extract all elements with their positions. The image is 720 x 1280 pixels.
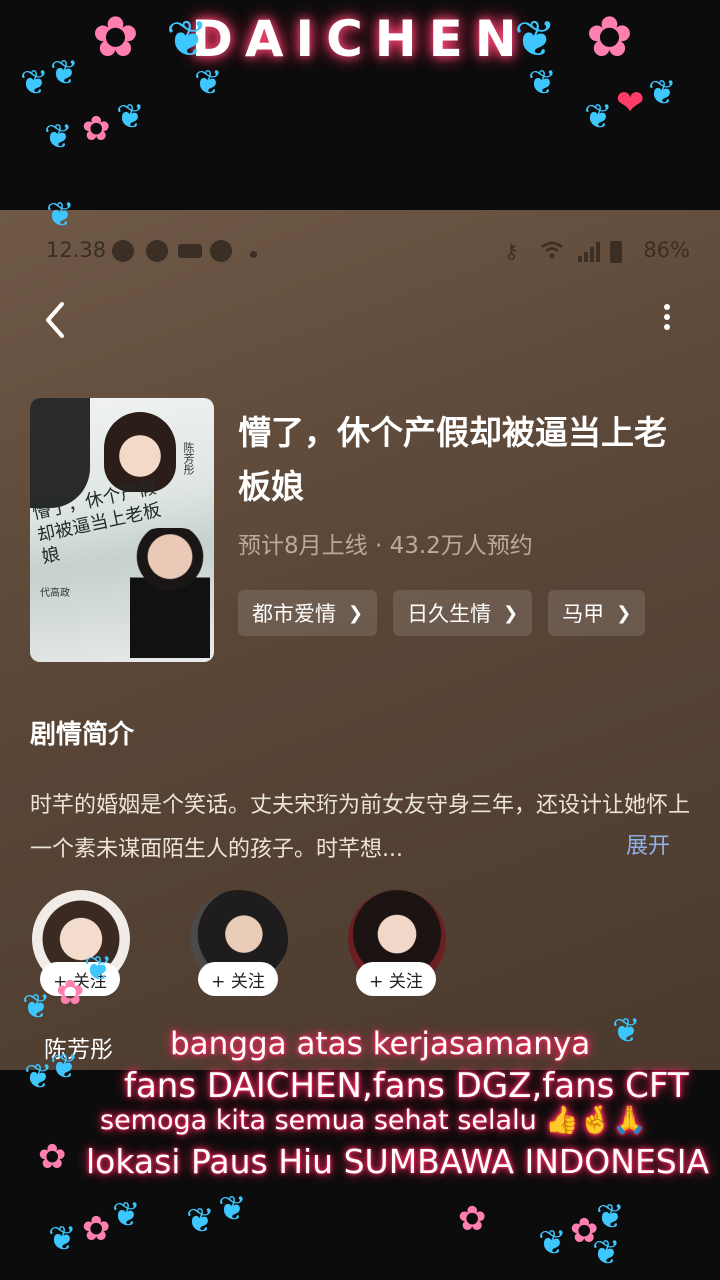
butterfly-sticker-icon: ❦ (24, 1057, 53, 1097)
tag-chip[interactable]: 日久生情 ❯ (393, 590, 533, 636)
butterfly-sticker-icon: ❦ (514, 10, 556, 68)
wifi-icon (541, 241, 563, 259)
chevron-right-icon: ❯ (503, 602, 519, 624)
overlay-caption: lokasi Paus Hiu SUMBAWA INDONESIA (86, 1142, 710, 1181)
butterfly-sticker-icon: ❦ (46, 195, 75, 235)
butterfly-sticker-icon: ❦ (50, 1047, 79, 1087)
tag-label: 马甲 (562, 602, 605, 626)
back-button[interactable] (36, 298, 76, 342)
butterfly-sticker-icon: ❦ (186, 1201, 215, 1241)
butterfly-sticker-icon: ❦ (538, 1223, 567, 1263)
chat-icon (112, 240, 134, 262)
play-icon (146, 240, 168, 262)
notification-icon (210, 240, 232, 262)
flower-sticker-icon: ✿ (82, 1209, 111, 1249)
poster-actor-name-bottom: 代高政 (40, 588, 70, 599)
flower-sticker-icon: ✿ (38, 1137, 67, 1177)
overlay-caption: semoga kita semua sehat selalu 👍🤞🙏 (100, 1105, 647, 1136)
butterfly-sticker-icon: ❦ (218, 1189, 247, 1229)
status-time: 12.38 (46, 238, 107, 262)
chevron-right-icon: ❯ (616, 602, 632, 624)
more-menu-button[interactable] (650, 300, 684, 340)
iqiyi-icon (178, 244, 202, 258)
butterfly-sticker-icon: ❦ (592, 1233, 621, 1273)
synopsis-text: 时芊的婚姻是个笑话。丈夫宋珩为前女友守身三年，还设计让她怀上一个素未谋面陌生人的… (30, 793, 691, 862)
tag-label: 日久生情 (407, 602, 492, 626)
tag-chip[interactable]: 马甲 ❯ (548, 590, 646, 636)
butterfly-sticker-icon: ❦ (612, 1011, 641, 1051)
butterfly-sticker-icon: ❦ (22, 987, 51, 1027)
butterfly-sticker-icon: ❦ (166, 10, 208, 68)
butterfly-sticker-icon: ❦ (20, 63, 49, 103)
drama-title: 懵了，休个产假却被逼当上老板娘 (238, 413, 667, 506)
butterfly-sticker-icon: ❦ (116, 97, 145, 137)
status-bar: 12.38 ⚷ 86% (0, 232, 720, 272)
butterfly-sticker-icon: ❦ (48, 1219, 77, 1259)
expand-link[interactable]: 展开 (626, 828, 670, 860)
tag-chip[interactable]: 都市爱情 ❯ (238, 590, 378, 636)
follow-button[interactable]: + 关注 (356, 962, 436, 996)
app-screen: 12.38 ⚷ 86% 懵了，休个产假却被逼当上老板娘 陈芳彤 代高政 懵了，休… (0, 210, 720, 1070)
chevron-right-icon: ❯ (348, 602, 364, 624)
flower-sticker-icon: ✿ (92, 5, 139, 70)
flower-sticker-icon: ✿ (586, 5, 633, 70)
tag-label: 都市爱情 (252, 602, 336, 626)
poster-actor-name-right: 陈芳彤 (182, 442, 195, 475)
cast-member[interactable]: + 关注 (184, 890, 294, 1010)
butterfly-sticker-icon: ❦ (194, 63, 223, 103)
heart-sticker-icon: ❤ (616, 83, 645, 123)
butterfly-sticker-icon: ❦ (528, 63, 557, 103)
butterfly-sticker-icon: ❦ (112, 1195, 141, 1235)
battery-icon (610, 241, 622, 263)
key-icon: ⚷ (504, 239, 519, 263)
butterfly-sticker-icon: ❦ (44, 117, 73, 157)
drama-poster[interactable]: 懵了，休个产假却被逼当上老板娘 陈芳彤 代高政 (30, 398, 214, 662)
butterfly-sticker-icon: ❦ (648, 73, 677, 113)
battery-level: 86% (643, 238, 690, 262)
dot-icon (250, 251, 257, 258)
flower-sticker-icon: ✿ (56, 973, 85, 1013)
tag-list: 都市爱情 ❯ 日久生情 ❯ 马甲 ❯ (238, 590, 646, 636)
drama-meta: 预计8月上线 · 43.2万人预约 (238, 533, 533, 559)
flower-sticker-icon: ✿ (82, 109, 111, 149)
overlay-caption: fans DAICHEN,fans DGZ,fans CFT (124, 1066, 689, 1106)
butterfly-sticker-icon: ❦ (84, 949, 113, 989)
overlay-caption: bangga atas kerjasamanya (170, 1026, 591, 1062)
follow-button[interactable]: + 关注 (198, 962, 278, 996)
butterfly-sticker-icon: ❦ (50, 53, 79, 93)
flower-sticker-icon: ✿ (458, 1199, 487, 1239)
signal-icon (578, 242, 600, 262)
synopsis-heading: 剧情简介 (30, 720, 135, 750)
butterfly-sticker-icon: ❦ (596, 1197, 625, 1237)
cast-member[interactable]: + 关注 (342, 890, 452, 1010)
butterfly-sticker-icon: ❦ (584, 97, 613, 137)
